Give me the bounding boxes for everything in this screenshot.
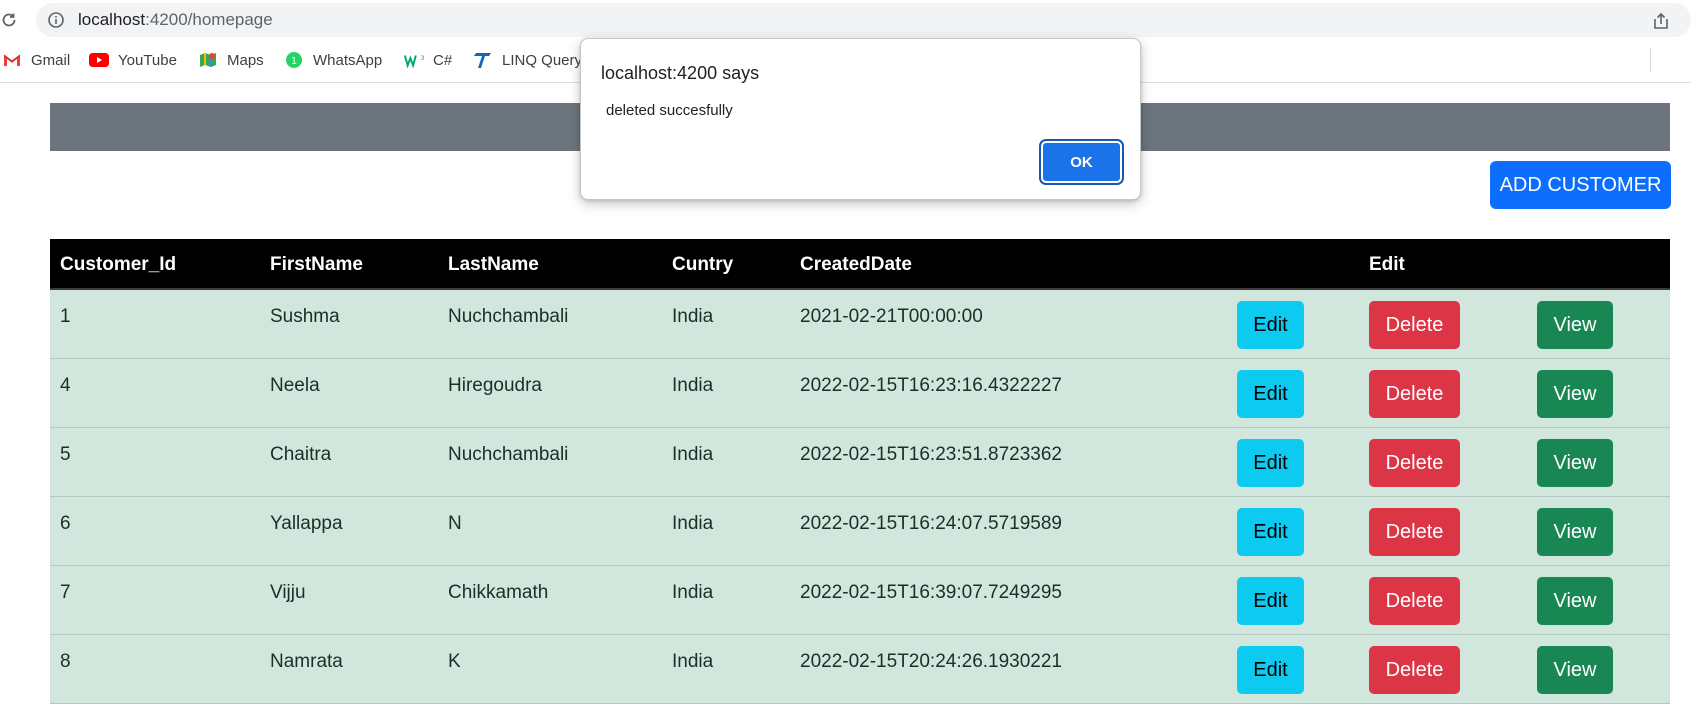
cell-first-name: Vijju: [270, 582, 306, 603]
delete-button[interactable]: Delete: [1369, 508, 1460, 556]
table-row: 7 Vijju Chikkamath India 2022-02-15T16:3…: [50, 566, 1670, 635]
ok-button[interactable]: OK: [1041, 141, 1122, 183]
cell-first-name: Sushma: [270, 306, 340, 327]
cell-customer-id: 7: [60, 582, 71, 603]
bookmark-label: YouTube: [118, 51, 177, 69]
cell-customer-id: 6: [60, 513, 71, 534]
delete-button[interactable]: Delete: [1369, 577, 1460, 625]
column-header: Edit: [1369, 254, 1405, 275]
delete-button[interactable]: Delete: [1369, 646, 1460, 694]
customer-table: Customer_Id FirstName LastName Cuntry Cr…: [50, 239, 1670, 704]
svg-text:1: 1: [291, 56, 297, 67]
url-path: :4200/homepage: [145, 10, 273, 29]
table-row: 4 Neela Hiregoudra India 2022-02-15T16:2…: [50, 359, 1670, 428]
table-row: 6 Yallappa N India 2022-02-15T16:24:07.5…: [50, 497, 1670, 566]
linq-icon: [473, 52, 493, 68]
youtube-icon: [89, 52, 109, 68]
edit-button[interactable]: Edit: [1237, 370, 1304, 418]
cell-last-name: Nuchchambali: [448, 444, 569, 465]
cell-created-date: 2021-02-21T00:00:00: [800, 306, 983, 327]
cell-created-date: 2022-02-15T16:24:07.5719589: [800, 513, 1063, 534]
bookmark-gmail[interactable]: Gmail: [2, 46, 70, 74]
cell-first-name: Neela: [270, 375, 320, 396]
table-row: 1 Sushma Nuchchambali India 2021-02-21T0…: [50, 290, 1670, 359]
table-row: 8 Namrata K India 2022-02-15T20:24:26.19…: [50, 635, 1670, 704]
cell-country: India: [672, 513, 714, 534]
cell-country: India: [672, 582, 714, 603]
share-icon[interactable]: [1651, 11, 1671, 31]
cell-last-name: Nuchchambali: [448, 306, 569, 327]
bookmark-csharp[interactable]: 3 C#: [404, 46, 452, 74]
view-button[interactable]: View: [1537, 301, 1613, 349]
bookmark-label: C#: [433, 51, 453, 69]
bookmark-youtube[interactable]: YouTube: [89, 46, 177, 74]
view-button[interactable]: View: [1537, 646, 1613, 694]
bookmark-label: LINQ Query: [502, 51, 583, 69]
bookmark-label: WhatsApp: [313, 51, 383, 69]
cell-created-date: 2022-02-15T16:39:07.7249295: [800, 582, 1063, 603]
edit-button[interactable]: Edit: [1237, 646, 1304, 694]
bookmark-linq[interactable]: LINQ Query: [473, 46, 582, 74]
view-button[interactable]: View: [1537, 508, 1613, 556]
view-button[interactable]: View: [1537, 370, 1613, 418]
address-bar[interactable]: localhost:4200/homepage: [36, 3, 1691, 37]
bookmark-maps[interactable]: Maps: [198, 46, 264, 74]
cell-country: India: [672, 375, 714, 396]
column-header: LastName: [448, 254, 539, 275]
column-header: Cuntry: [672, 254, 734, 275]
column-header: FirstName: [270, 254, 363, 275]
cell-customer-id: 5: [60, 444, 71, 465]
delete-button[interactable]: Delete: [1369, 439, 1460, 487]
delete-button[interactable]: Delete: [1369, 370, 1460, 418]
cell-first-name: Chaitra: [270, 444, 332, 465]
url-text[interactable]: localhost:4200/homepage: [78, 11, 273, 29]
cell-created-date: 2022-02-15T16:23:51.8723362: [800, 444, 1063, 465]
table-header: Customer_Id FirstName LastName Cuntry Cr…: [50, 239, 1670, 290]
w3schools-icon: 3: [404, 52, 424, 68]
add-customer-button[interactable]: ADD CUSTOMER: [1490, 161, 1671, 209]
delete-button[interactable]: Delete: [1369, 301, 1460, 349]
cell-customer-id: 8: [60, 651, 71, 672]
column-header: CreatedDate: [800, 254, 912, 275]
reload-icon[interactable]: [0, 11, 18, 29]
table-row: 5 Chaitra Nuchchambali India 2022-02-15T…: [50, 428, 1670, 497]
dialog-title: localhost:4200 says: [601, 63, 760, 83]
cell-country: India: [672, 306, 714, 327]
cell-last-name: Chikkamath: [448, 582, 549, 603]
cell-country: India: [672, 444, 714, 465]
cell-country: India: [672, 651, 714, 672]
gmail-icon: [2, 52, 22, 68]
cell-created-date: 2022-02-15T20:24:26.1930221: [800, 651, 1063, 672]
url-host: localhost: [78, 10, 146, 29]
cell-first-name: Namrata: [270, 651, 343, 672]
maps-icon: [198, 52, 218, 68]
cell-last-name: N: [448, 513, 462, 534]
edit-button[interactable]: Edit: [1237, 577, 1304, 625]
edit-button[interactable]: Edit: [1237, 508, 1304, 556]
bookmark-label: Gmail: [31, 51, 71, 69]
bookmarks-divider: [1650, 48, 1651, 72]
svg-text:3: 3: [420, 55, 424, 62]
site-info-icon[interactable]: [47, 11, 65, 29]
edit-button[interactable]: Edit: [1237, 439, 1304, 487]
cell-last-name: K: [448, 651, 461, 672]
cell-first-name: Yallappa: [270, 513, 343, 534]
view-button[interactable]: View: [1537, 439, 1613, 487]
bookmark-label: Maps: [227, 51, 264, 69]
bookmark-whatsapp[interactable]: 1 WhatsApp: [284, 46, 382, 74]
cell-last-name: Hiregoudra: [448, 375, 542, 396]
dialog-message: deleted succesfully: [606, 102, 733, 119]
cell-created-date: 2022-02-15T16:23:16.4322227: [800, 375, 1063, 396]
view-button[interactable]: View: [1537, 577, 1613, 625]
edit-button[interactable]: Edit: [1237, 301, 1304, 349]
column-header: Customer_Id: [60, 254, 177, 275]
cell-customer-id: 1: [60, 306, 71, 327]
alert-dialog: localhost:4200 says deleted succesfully …: [580, 38, 1141, 200]
cell-customer-id: 4: [60, 375, 71, 396]
whatsapp-icon: 1: [284, 52, 304, 68]
